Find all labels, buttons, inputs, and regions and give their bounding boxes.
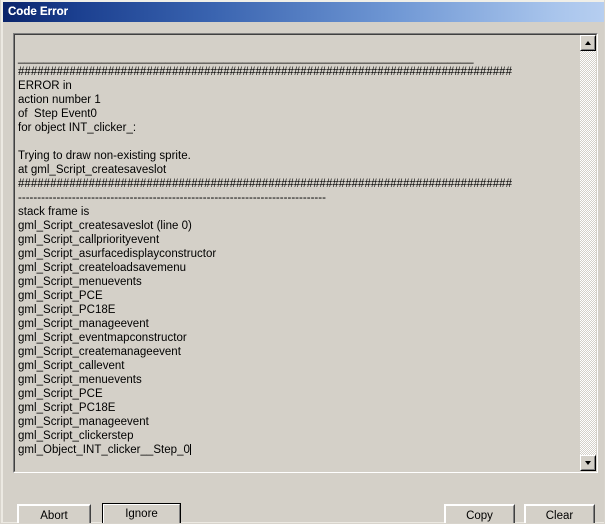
window-title: Code Error (8, 6, 69, 18)
error-text-line: gml_Script_createloadsavemenu (18, 262, 187, 274)
ignore-button[interactable]: Ignore (102, 503, 181, 523)
title-bar[interactable]: Code Error (1, 0, 604, 22)
error-text-line: gml_Script_createmanageevent (18, 346, 181, 358)
abort-button-label: Abort (40, 510, 68, 522)
error-text-line: action number 1 (18, 94, 101, 106)
error-text-line: of Step Event0 (18, 108, 97, 120)
error-text-line: for object INT_clicker_: (18, 122, 137, 134)
dialog-button-bar: Abort Ignore Copy Clear (3, 482, 604, 523)
copy-button[interactable]: Copy (444, 504, 515, 523)
error-text-line: stack frame is (18, 206, 90, 218)
error-text-line: gml_Script_PC18E (18, 402, 116, 414)
error-text-line: gml_Script_callevent (18, 360, 125, 372)
error-text-line: ----------------------------------------… (18, 192, 326, 204)
clear-button-label: Clear (545, 510, 574, 522)
code-error-dialog: Code Error _____________________________… (0, 0, 605, 524)
error-text-line: gml_Script_PC18E (18, 304, 116, 316)
scroll-up-button[interactable] (580, 35, 596, 51)
error-text-line: gml_Script_manageevent (18, 318, 149, 330)
error-text-panel-inner: ________________________________________… (14, 34, 597, 472)
error-text-line: gml_Script_menuevents (18, 374, 142, 386)
error-text-line: gml_Script_createsaveslot (line 0) (18, 220, 192, 232)
scroll-up-arrow-icon (585, 41, 591, 45)
error-text-line: gml_Script_callpriorityevent (18, 234, 160, 246)
error-text-line: Trying to draw non-existing sprite. (18, 150, 191, 162)
text-caret (189, 444, 191, 455)
ignore-button-label: Ignore (125, 508, 158, 520)
error-text-line: gml_Script_clickerstep (18, 430, 134, 442)
error-text-line: gml_Script_manageevent (18, 416, 149, 428)
error-text-line: ########################################… (18, 178, 513, 190)
vertical-scrollbar[interactable] (579, 35, 596, 471)
copy-button-label: Copy (466, 510, 493, 522)
scroll-down-arrow-icon (585, 461, 591, 465)
error-text-line: gml_Script_PCE (18, 388, 103, 400)
error-text-line: gml_Object_INT_clicker__Step_0 (18, 444, 190, 456)
error-text-line: gml_Script_PCE (18, 290, 103, 302)
error-text-line: ########################################… (18, 66, 513, 78)
clear-button[interactable]: Clear (524, 504, 595, 523)
error-text-line: ________________________________________… (18, 52, 474, 64)
error-text-line: gml_Script_asurfacedisplayconstructor (18, 248, 217, 260)
dialog-client-area: ________________________________________… (1, 22, 604, 523)
error-text-line: at gml_Script_createsaveslot (18, 164, 167, 176)
error-text-line: gml_Script_menuevents (18, 276, 142, 288)
error-text-line: gml_Script_eventmapconstructor (18, 332, 187, 344)
error-text-content[interactable]: ________________________________________… (15, 35, 581, 471)
abort-button[interactable]: Abort (17, 504, 91, 523)
error-text-line: ERROR in (18, 80, 72, 92)
error-text-panel: ________________________________________… (13, 33, 598, 473)
scroll-down-button[interactable] (580, 455, 596, 471)
